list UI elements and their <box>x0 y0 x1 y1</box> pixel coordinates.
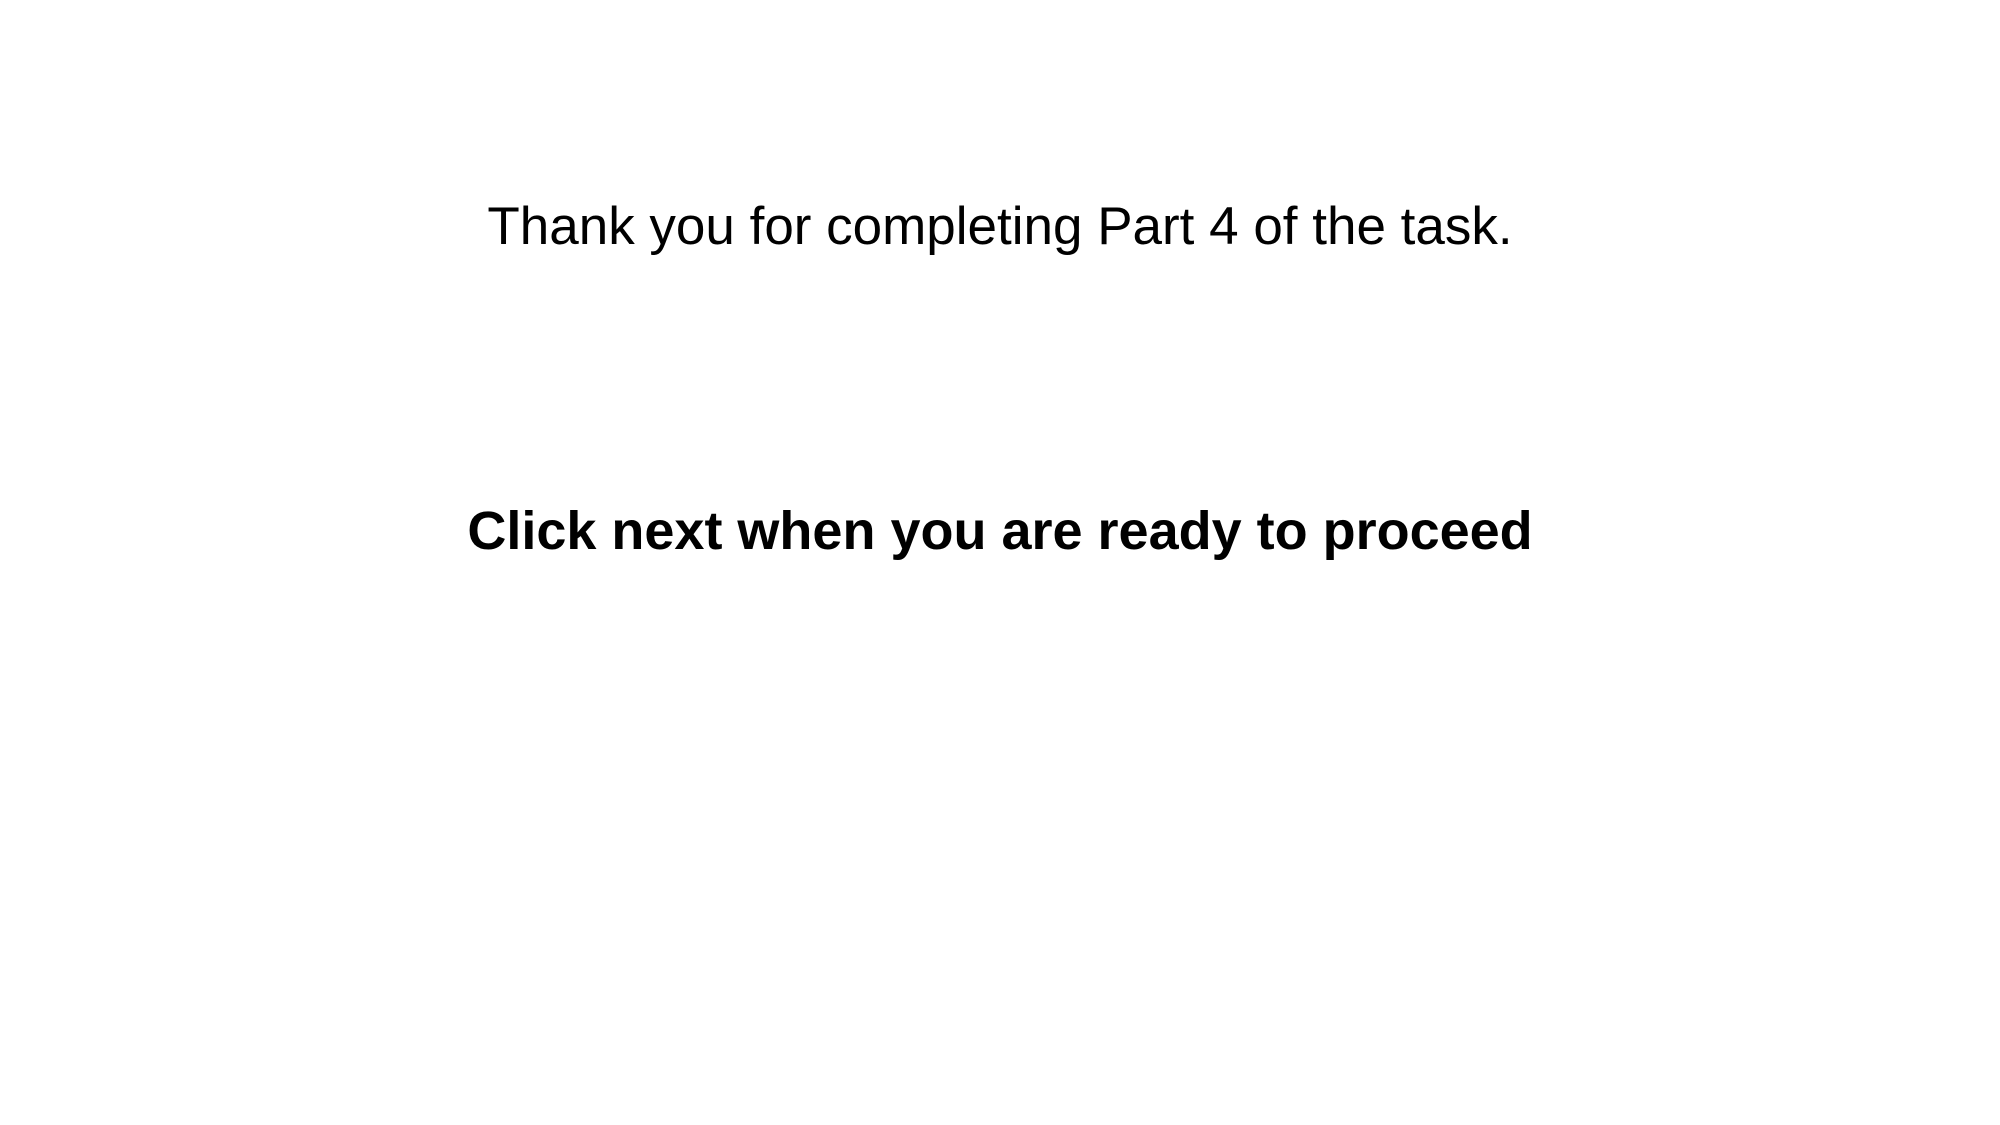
completion-message: Thank you for completing Part 4 of the t… <box>487 197 1513 256</box>
task-completion-screen: Thank you for completing Part 4 of the t… <box>0 0 2000 1125</box>
proceed-instruction: Click next when you are ready to proceed <box>467 501 1533 561</box>
